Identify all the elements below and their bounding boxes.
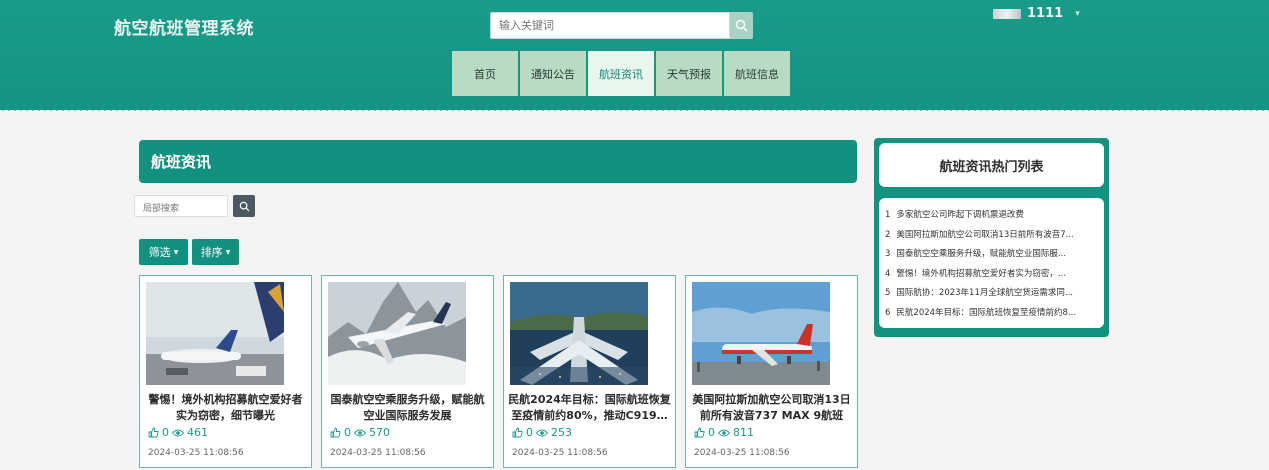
eye-icon <box>536 429 548 436</box>
hot-news-title: 航班资讯热门列表 <box>879 143 1104 187</box>
news-stats: 0 570 <box>330 426 390 439</box>
hot-news-item[interactable]: 5 国际航协：2023年11月全球航空货运需求同... <box>885 284 1098 304</box>
news-title[interactable]: 警惕！境外机构招募航空爱好者实为窃密，细节曝光 <box>144 392 307 424</box>
thumbs-up-icon[interactable] <box>148 427 159 438</box>
hot-news-item[interactable]: 6 民航2024年目标：国际航班恢复至疫情前约8... <box>885 304 1098 324</box>
hot-news-item[interactable]: 2 美国阿拉斯加航空公司取消13日前所有波音7... <box>885 226 1098 246</box>
local-search-box[interactable] <box>134 195 228 219</box>
eye-icon <box>172 429 184 436</box>
thumbs-up-icon[interactable] <box>330 427 341 438</box>
like-count: 0 <box>708 426 715 439</box>
local-search-button[interactable] <box>233 195 255 217</box>
news-title[interactable]: 国泰航空空乘服务升级，赋能航空业国际服务发展 <box>326 392 489 424</box>
main-nav: 首页 通知公告 航班资讯 天气预报 航班信息 <box>452 51 790 96</box>
global-search-button[interactable] <box>730 12 753 39</box>
hot-news-item[interactable]: 1 多家航空公司昨起下调机票退改费 <box>885 206 1098 226</box>
hot-news-item[interactable]: 3 国泰航空空乘服务升级，赋能航空业国际服... <box>885 245 1098 265</box>
nav-item-home[interactable]: 首页 <box>452 51 518 96</box>
news-stats: 0 461 <box>148 426 208 439</box>
search-icon <box>239 201 249 211</box>
view-count: 253 <box>551 426 572 439</box>
news-image[interactable] <box>328 282 466 385</box>
sort-label: 排序 <box>200 246 223 259</box>
search-icon <box>735 19 748 32</box>
view-count: 811 <box>733 426 754 439</box>
caret-down-icon: ▼ <box>173 248 179 256</box>
news-card[interactable]: 民航2024年目标：国际航班恢复至疫情前约80%，推动C919… 0 253 2… <box>503 275 676 468</box>
news-card[interactable]: 国泰航空空乘服务升级，赋能航空业国际服务发展 0 570 2024-03-25 … <box>321 275 494 468</box>
header: 航空航班管理系统 1111 ▾ 首页 通知公告 航班资讯 天气预报 航班信息 <box>0 0 1269 114</box>
news-date: 2024-03-25 11:08:56 <box>330 448 426 458</box>
nav-item-flight-news[interactable]: 航班资讯 <box>588 51 654 96</box>
thumbs-up-icon[interactable] <box>512 427 523 438</box>
view-count: 570 <box>369 426 390 439</box>
news-image[interactable] <box>692 282 830 385</box>
news-date: 2024-03-25 11:08:56 <box>694 448 790 458</box>
global-search-box[interactable] <box>490 12 730 39</box>
thumbs-up-icon[interactable] <box>694 427 705 438</box>
news-date: 2024-03-25 11:08:56 <box>148 448 244 458</box>
news-image[interactable] <box>510 282 648 385</box>
filter-button[interactable]: 筛选 ▼ <box>139 239 188 265</box>
news-stats: 0 811 <box>694 426 754 439</box>
username[interactable]: 1111 <box>1027 6 1063 21</box>
view-count: 461 <box>187 426 208 439</box>
news-image[interactable] <box>146 282 284 385</box>
hot-news-list: 1 多家航空公司昨起下调机票退改费 2 美国阿拉斯加航空公司取消13日前所有波音7.… <box>879 198 1104 328</box>
site-title[interactable]: 航空航班管理系统 <box>114 14 254 39</box>
nav-item-notices[interactable]: 通知公告 <box>520 51 586 96</box>
like-count: 0 <box>526 426 533 439</box>
hot-news-panel: 航班资讯热门列表 1 多家航空公司昨起下调机票退改费 2 美国阿拉斯加航空公司取消1… <box>874 138 1109 337</box>
news-card[interactable]: 警惕！境外机构招募航空爱好者实为窃密，细节曝光 0 461 2024-03-25… <box>139 275 312 468</box>
news-date: 2024-03-25 11:08:56 <box>512 448 608 458</box>
section-title: 航班资讯 <box>139 140 857 183</box>
eye-icon <box>718 429 730 436</box>
news-stats: 0 253 <box>512 426 572 439</box>
eye-icon <box>354 429 366 436</box>
local-search-input[interactable] <box>135 199 227 219</box>
chevron-down-icon[interactable]: ▾ <box>1075 9 1080 19</box>
hot-news-item[interactable]: 4 警惕！境外机构招募航空爱好者实为窃密，... <box>885 265 1098 285</box>
like-count: 0 <box>162 426 169 439</box>
sort-button[interactable]: 排序 ▼ <box>192 239 239 265</box>
avatar[interactable] <box>993 8 1021 19</box>
user-menu[interactable]: 1111 ▾ <box>993 6 1080 21</box>
nav-item-weather[interactable]: 天气预报 <box>656 51 722 96</box>
like-count: 0 <box>344 426 351 439</box>
news-title[interactable]: 美国阿拉斯加航空公司取消13日前所有波音737 MAX 9航班 <box>690 392 853 424</box>
news-title[interactable]: 民航2024年目标：国际航班恢复至疫情前约80%，推动C919… <box>508 392 671 424</box>
global-search-input[interactable] <box>491 13 729 38</box>
nav-item-flight-info[interactable]: 航班信息 <box>724 51 790 96</box>
filter-label: 筛选 <box>148 246 171 259</box>
caret-down-icon: ▼ <box>225 248 231 256</box>
news-card[interactable]: 美国阿拉斯加航空公司取消13日前所有波音737 MAX 9航班 0 811 20… <box>685 275 858 468</box>
